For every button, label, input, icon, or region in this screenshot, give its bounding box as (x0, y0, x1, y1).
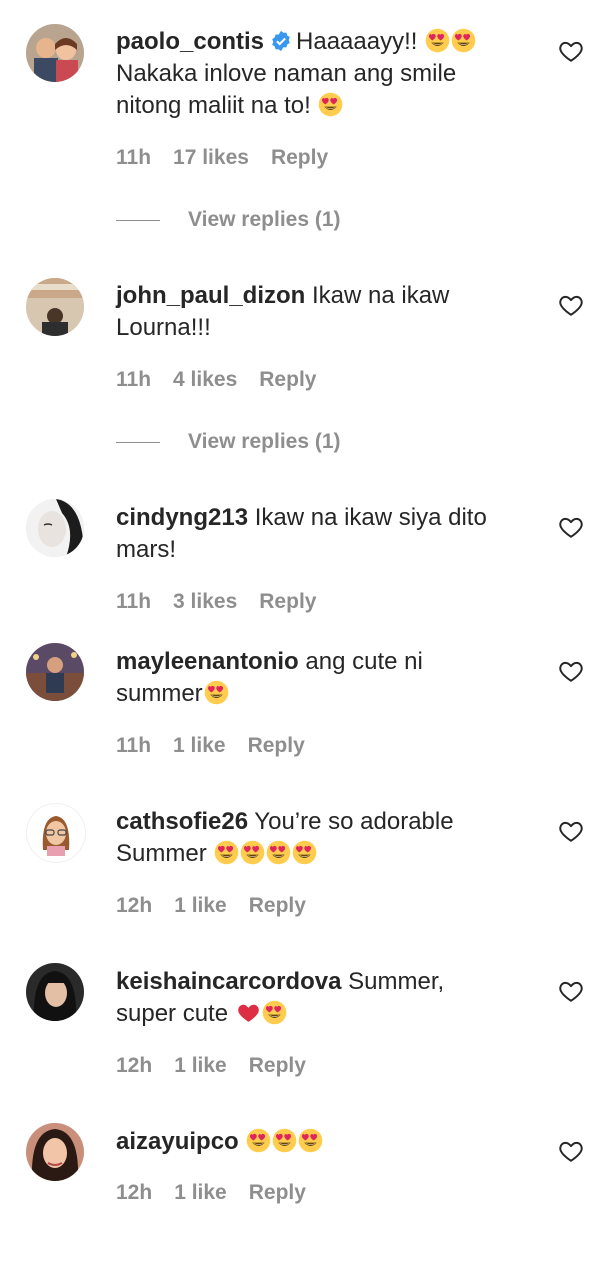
reply-button[interactable]: Reply (248, 734, 305, 757)
like-heart-icon[interactable] (558, 514, 584, 540)
comment-body: aizayuipco (116, 1126, 536, 1158)
comment-text: Ikaw na ikaw siya dito (254, 504, 487, 531)
avatar[interactable] (26, 963, 84, 1021)
divider-line (116, 219, 160, 221)
heart-eyes-emoji-icon (425, 28, 450, 53)
comment-body: mayleenantonio ang cute ni summer (116, 646, 536, 710)
view-replies-label: View replies (1) (188, 208, 341, 231)
comment-text: Summer (116, 840, 207, 867)
like-heart-icon[interactable] (558, 978, 584, 1004)
avatar[interactable] (26, 499, 84, 557)
comment-meta: 11h 3 likes Reply (116, 590, 338, 620)
avatar[interactable] (26, 803, 86, 863)
username[interactable]: cindyng213 (116, 504, 248, 531)
view-replies-button[interactable]: View replies (1) (116, 208, 341, 238)
comment-meta: 12h 1 like Reply (116, 894, 328, 924)
comment-body: cindyng213 Ikaw na ikaw siya dito mars! (116, 502, 536, 566)
comment-meta: 11h 4 likes Reply (116, 368, 338, 398)
like-heart-icon[interactable] (558, 292, 584, 318)
like-heart-icon[interactable] (558, 658, 584, 684)
username[interactable]: aizayuipco (116, 1128, 239, 1155)
avatar[interactable] (26, 278, 84, 336)
comment-text: You’re so adorable (254, 808, 454, 835)
comment-text: ang cute ni (305, 648, 423, 675)
likes-count[interactable]: 17 likes (173, 146, 249, 169)
comment-body: keishaincarcordova Summer, super cute (116, 966, 536, 1030)
comment-text: nitong maliit na to! (116, 92, 311, 119)
like-heart-icon[interactable] (558, 818, 584, 844)
reply-button[interactable]: Reply (259, 590, 316, 613)
username[interactable]: john_paul_dizon (116, 282, 305, 309)
like-heart-icon[interactable] (558, 1138, 584, 1164)
username[interactable]: cathsofie26 (116, 808, 248, 835)
verified-badge-icon (272, 30, 290, 52)
view-replies-label: View replies (1) (188, 430, 341, 453)
timestamp: 11h (116, 146, 152, 169)
heart-eyes-emoji-icon (240, 840, 265, 865)
comment-body: john_paul_dizon Ikaw na ikaw Lourna!!! (116, 280, 536, 344)
comment-text: Ikaw na ikaw (312, 282, 450, 309)
comment-text: super cute (116, 1000, 229, 1027)
red-heart-emoji-icon (236, 1000, 261, 1025)
heart-eyes-emoji-icon (204, 680, 229, 705)
timestamp: 11h (116, 734, 152, 757)
heart-eyes-emoji-icon (272, 1128, 297, 1153)
avatar[interactable] (26, 24, 84, 82)
comment-meta: 11h 1 like Reply (116, 734, 327, 764)
avatar[interactable] (26, 643, 84, 701)
likes-count[interactable]: 3 likes (173, 590, 237, 613)
comment-meta: 12h 1 like Reply (116, 1181, 328, 1211)
reply-button[interactable]: Reply (249, 894, 306, 917)
timestamp: 12h (116, 1181, 153, 1204)
timestamp: 12h (116, 894, 153, 917)
comment-body: cathsofie26 You’re so adorable Summer (116, 806, 536, 870)
heart-eyes-emoji-icon (451, 28, 476, 53)
likes-count[interactable]: 1 like (174, 1054, 227, 1077)
reply-button[interactable]: Reply (249, 1054, 306, 1077)
username[interactable]: keishaincarcordova (116, 968, 341, 995)
heart-eyes-emoji-icon (292, 840, 317, 865)
likes-count[interactable]: 4 likes (173, 368, 237, 391)
like-heart-icon[interactable] (558, 38, 584, 64)
view-replies-button[interactable]: View replies (1) (116, 430, 341, 460)
heart-eyes-emoji-icon (266, 840, 291, 865)
heart-eyes-emoji-icon (318, 92, 343, 117)
comment-text: Nakaka inlove naman ang smile (116, 60, 457, 87)
username[interactable]: mayleenantonio (116, 648, 299, 675)
avatar[interactable] (26, 1123, 84, 1181)
comment-meta: 12h 1 like Reply (116, 1054, 328, 1084)
divider-line (116, 441, 160, 443)
heart-eyes-emoji-icon (262, 1000, 287, 1025)
heart-eyes-emoji-icon (298, 1128, 323, 1153)
comment-text: Lourna!!! (116, 314, 211, 341)
reply-button[interactable]: Reply (249, 1181, 306, 1204)
comment-text: mars! (116, 536, 176, 563)
timestamp: 11h (116, 368, 152, 391)
heart-eyes-emoji-icon (246, 1128, 271, 1153)
comment-body: paolo_contis Haaaaayy!! Nakaka inlove nam… (116, 26, 536, 122)
comment-text: summer (116, 680, 203, 707)
reply-button[interactable]: Reply (259, 368, 316, 391)
username[interactable]: paolo_contis (116, 28, 264, 55)
comment-meta: 11h 17 likes Reply (116, 146, 350, 176)
likes-count[interactable]: 1 like (173, 734, 226, 757)
reply-button[interactable]: Reply (271, 146, 328, 169)
comment-text: Haaaaayy!! (296, 28, 418, 55)
likes-count[interactable]: 1 like (174, 894, 227, 917)
heart-eyes-emoji-icon (214, 840, 239, 865)
timestamp: 12h (116, 1054, 153, 1077)
likes-count[interactable]: 1 like (174, 1181, 227, 1204)
timestamp: 11h (116, 590, 152, 613)
comment-text: Summer, (348, 968, 445, 995)
